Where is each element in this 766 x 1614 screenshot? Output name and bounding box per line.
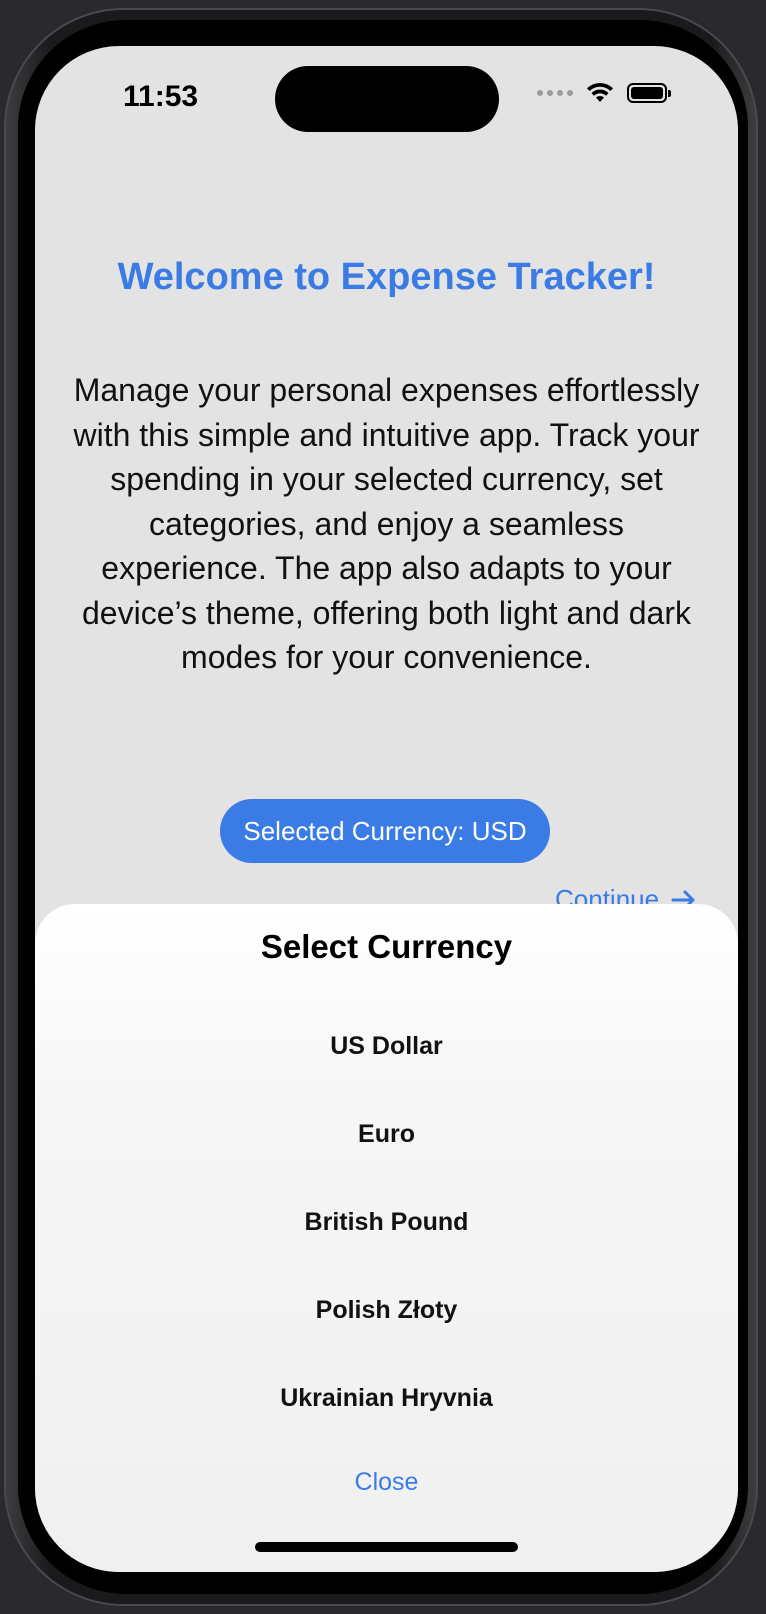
- battery-icon: [627, 83, 671, 103]
- welcome-title: Welcome to Expense Tracker!: [117, 256, 656, 298]
- currency-option-usd[interactable]: US Dollar: [35, 1016, 738, 1076]
- currency-option-eur[interactable]: Euro: [35, 1104, 738, 1164]
- home-indicator: [255, 1542, 518, 1552]
- currency-option-gbp[interactable]: British Pound: [35, 1192, 738, 1252]
- sheet-title: Select Currency: [260, 928, 513, 965]
- currency-option-uah[interactable]: Ukrainian Hryvnia: [35, 1368, 738, 1428]
- currency-option-pln[interactable]: Polish Złoty: [35, 1280, 738, 1340]
- selected-currency-button[interactable]: Selected Currency: USD: [220, 799, 550, 863]
- status-icons: [537, 82, 671, 104]
- signal-icon: [537, 90, 573, 96]
- welcome-description: Manage your personal expenses effortless…: [73, 372, 700, 675]
- dynamic-island: [275, 66, 499, 132]
- currency-sheet: Select Currency US Dollar Euro British P…: [35, 904, 738, 1572]
- close-button[interactable]: Close: [35, 1452, 738, 1512]
- status-time: 11:53: [123, 80, 199, 113]
- app-screen: 11:53 Welcome to Expense Tracker! Manage…: [35, 46, 738, 1572]
- wifi-icon: [587, 82, 613, 102]
